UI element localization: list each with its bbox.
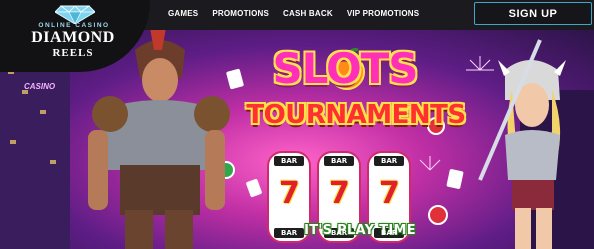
casino-building-sign: CASINO [24, 82, 56, 91]
sign-up-button[interactable]: SIGN UP [474, 2, 592, 25]
logo-tagline: ONLINE CASINO [38, 22, 110, 29]
reel-2-top-label: BAR [331, 157, 348, 165]
nav-item-vip-promotions[interactable]: VIP PROMOTIONS [347, 9, 419, 18]
headline-tournaments: TOURNAMENTS [246, 100, 466, 130]
playing-card [226, 68, 244, 90]
reel-1-bottom-label: BAR [281, 229, 298, 237]
reel-3-seven-symbol: 7 [379, 176, 400, 211]
nav-item-cash-back[interactable]: CASH BACK [283, 9, 333, 18]
main-nav: GAMES PROMOTIONS CASH BACK VIP PROMOTION… [168, 9, 419, 18]
reel-2-bottom-label: BAR [331, 229, 348, 237]
casino-chip [428, 205, 448, 225]
logo-subwordmark: REELS [52, 47, 94, 59]
reel-3-top-label: BAR [381, 157, 398, 165]
playing-card [446, 169, 464, 189]
nav-item-games[interactable]: GAMES [168, 9, 198, 18]
reel-1-seven-symbol: 7 [279, 176, 300, 211]
reel-3-bottom-label: BAR [381, 229, 398, 237]
reel-1-top-label: BAR [281, 157, 298, 165]
background-building [0, 50, 70, 249]
playing-card [246, 178, 262, 198]
banner-tagline: IT'S PLAY TIME [304, 223, 416, 238]
diamond-icon [55, 5, 95, 24]
reel-2-seven-symbol: 7 [329, 176, 350, 211]
nav-item-promotions[interactable]: PROMOTIONS [212, 9, 269, 18]
logo-wordmark: DIAMOND [31, 29, 115, 46]
headline-slots: SLOTS [272, 44, 418, 93]
